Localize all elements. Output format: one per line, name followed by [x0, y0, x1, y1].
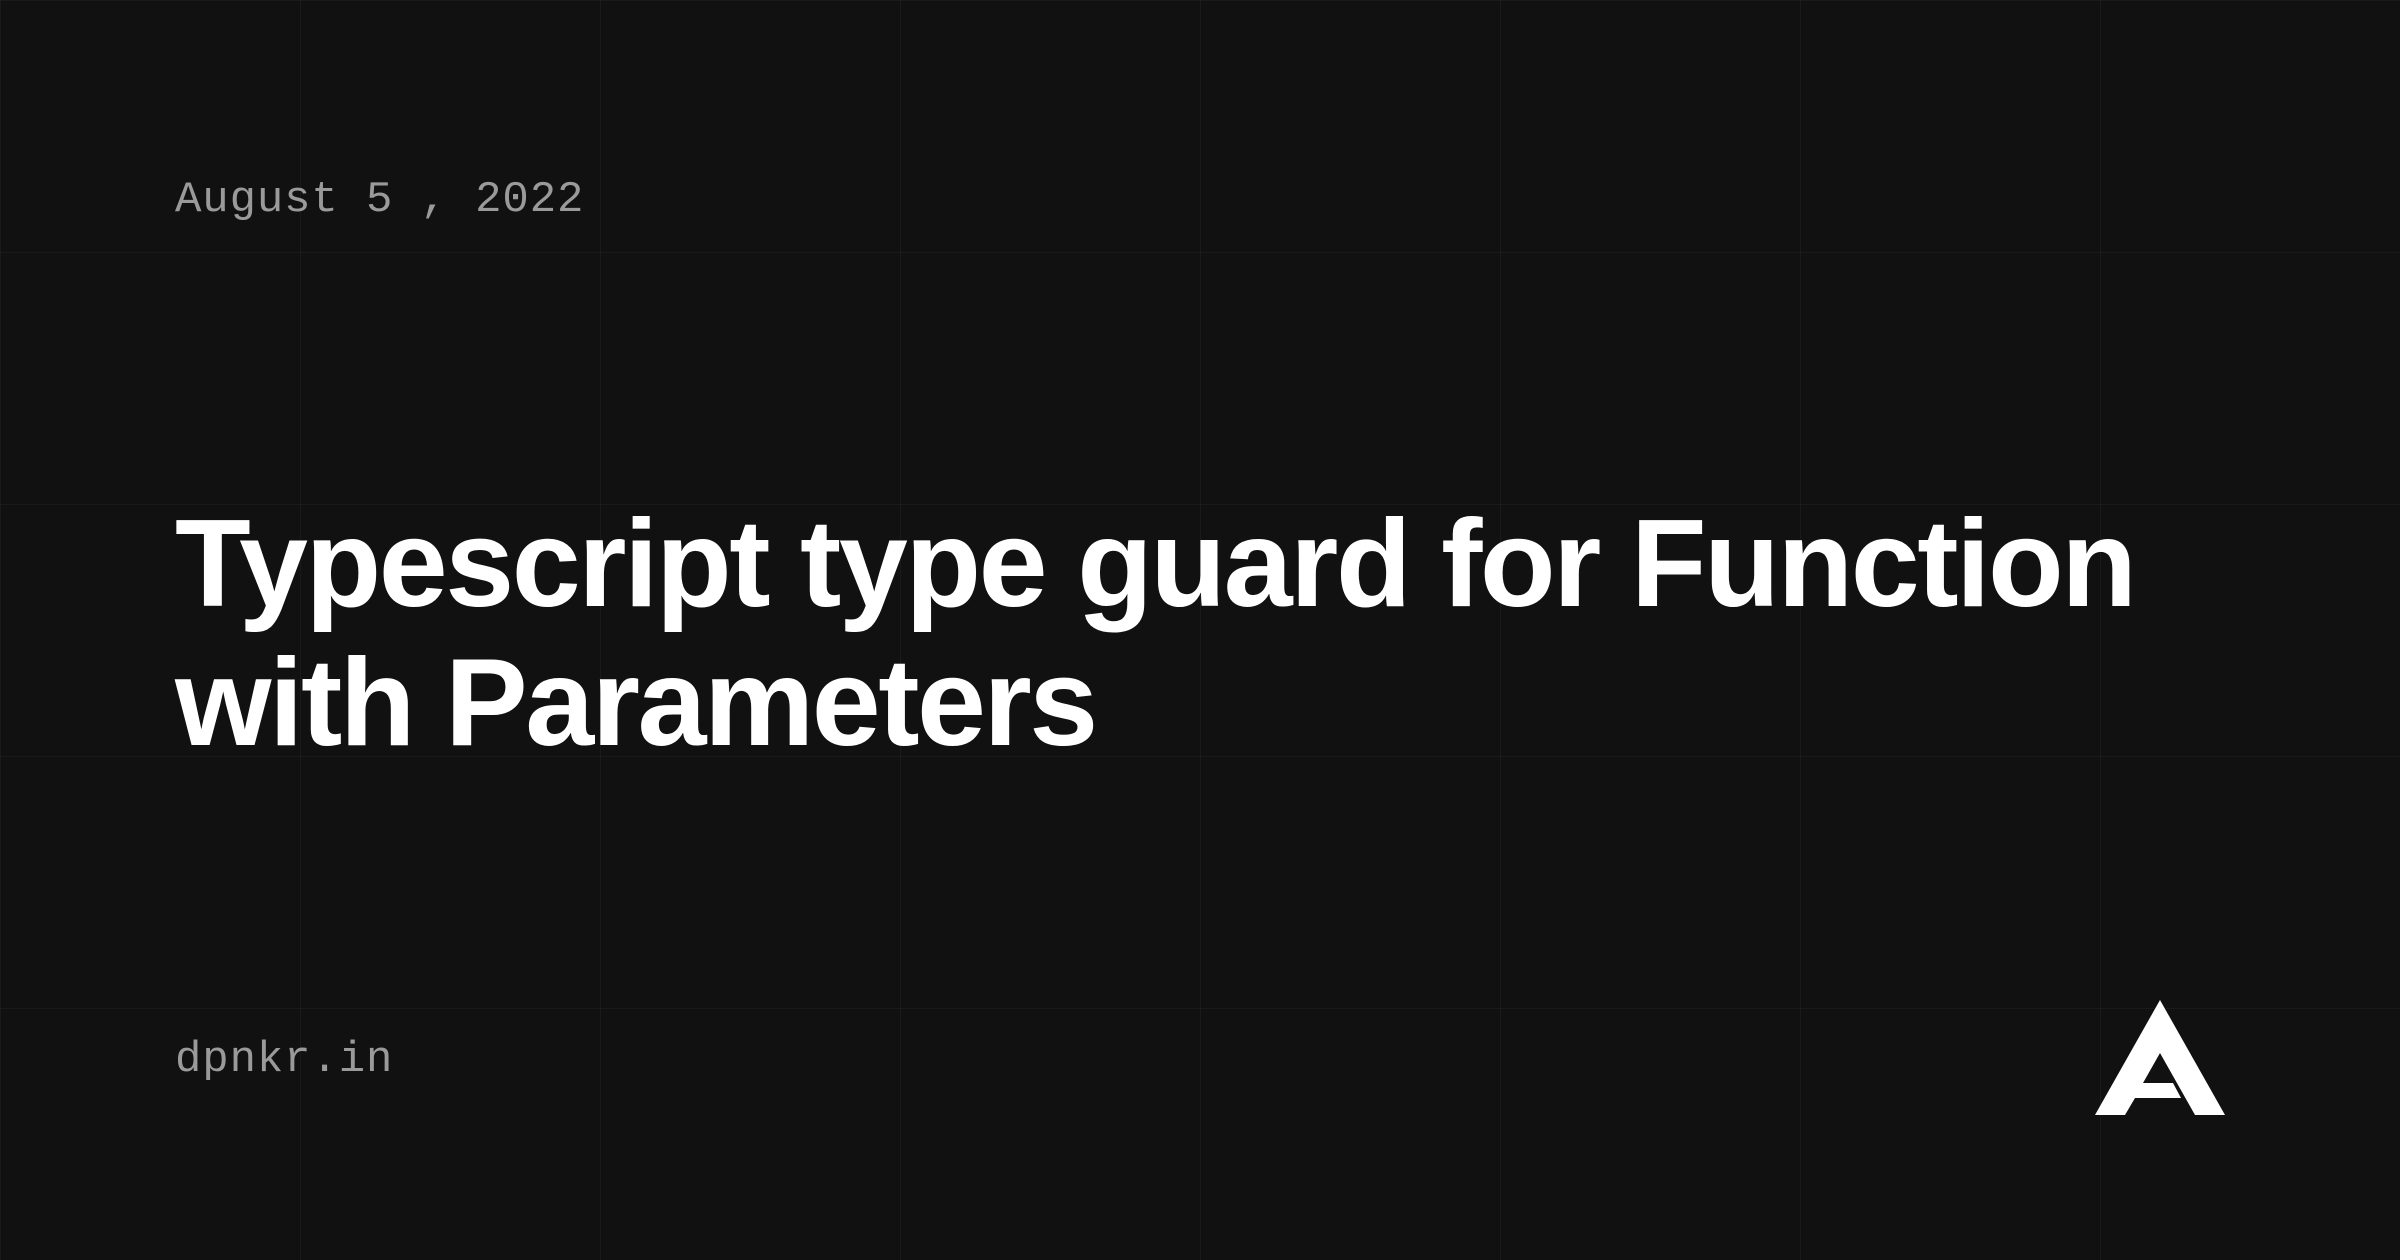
content-container: August 5 , 2022 Typescript type guard fo… — [0, 0, 2400, 1260]
post-date: August 5 , 2022 — [175, 175, 2225, 225]
site-url: dpnkr.in — [175, 1035, 393, 1085]
post-title: Typescript type guard for Function with … — [175, 495, 2225, 773]
site-logo-icon — [2095, 1000, 2225, 1120]
